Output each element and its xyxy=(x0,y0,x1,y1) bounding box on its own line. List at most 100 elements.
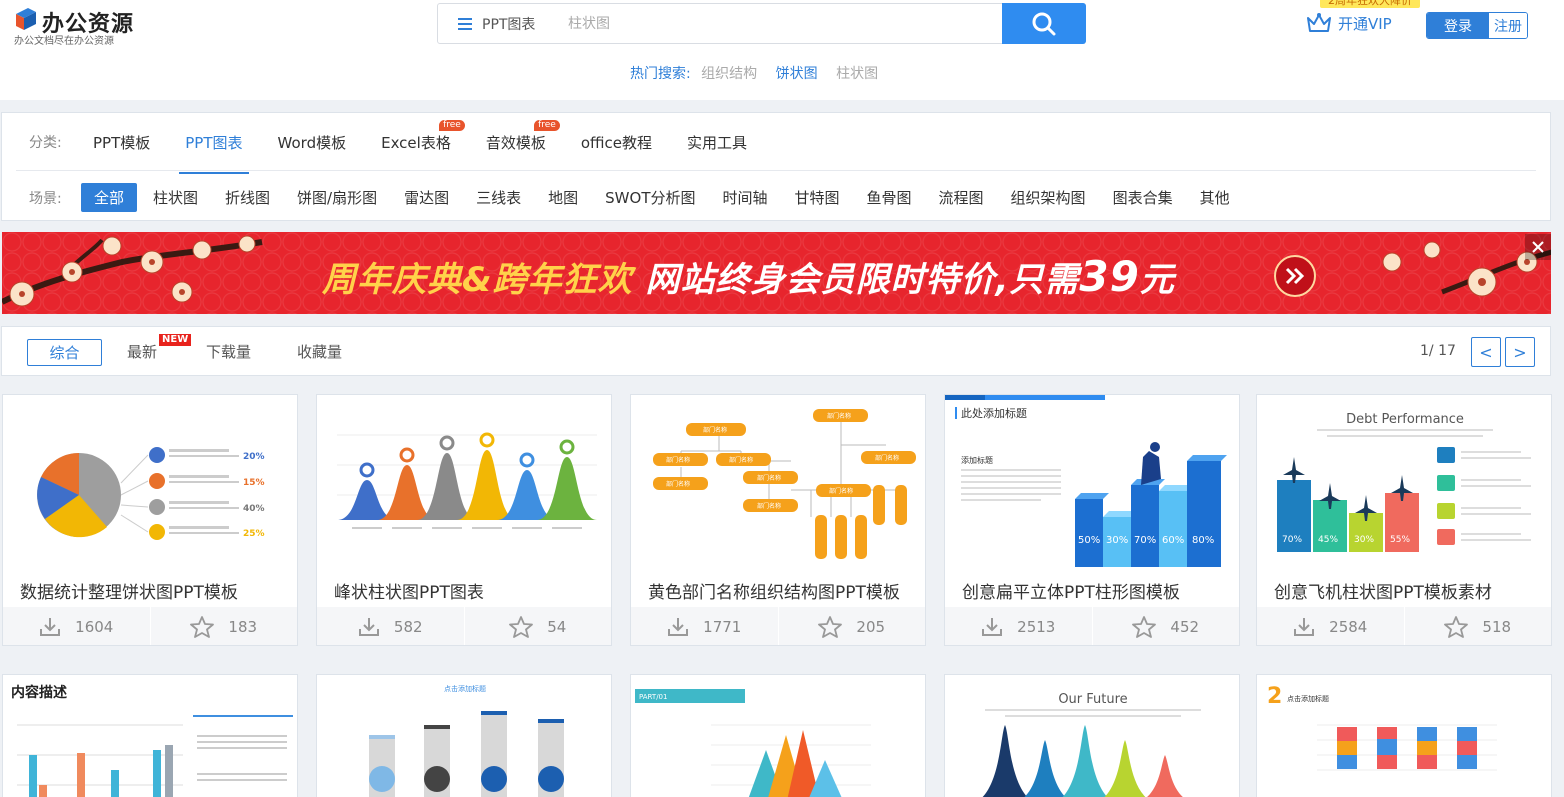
category-item[interactable]: PPT模板 xyxy=(93,132,150,153)
favorite-count[interactable]: 183 xyxy=(149,607,298,645)
prev-page-button[interactable]: < xyxy=(1471,337,1501,367)
favorite-count-value: 452 xyxy=(1170,618,1200,636)
double-chevron-right-icon xyxy=(1285,267,1305,285)
card-thumbnail: 20% 15% 40% 25% xyxy=(3,395,297,575)
favorite-count[interactable]: 452 xyxy=(1091,607,1240,645)
hot-search-item[interactable]: 柱状图 xyxy=(836,66,878,82)
category-item[interactable]: Excel表格 free xyxy=(381,119,465,153)
favorite-count[interactable]: 518 xyxy=(1403,607,1552,645)
favorite-count-value: 54 xyxy=(547,618,567,636)
register-button[interactable]: 注册 xyxy=(1489,13,1527,38)
card-title[interactable]: 创意扁平立体PPT柱形图模板 xyxy=(962,578,1180,603)
favorite-count-value: 183 xyxy=(228,618,258,636)
vip-link[interactable]: 开通VIP xyxy=(1306,12,1392,34)
plum-blossom-right-icon xyxy=(1382,241,1551,297)
plane-bar-value: 45% xyxy=(1318,535,1338,545)
login-button[interactable]: 登录 xyxy=(1427,13,1489,38)
favorite-count-value: 205 xyxy=(856,618,886,636)
template-card[interactable]: 点击添加标题 xyxy=(316,674,612,797)
star-icon xyxy=(509,616,534,638)
template-card[interactable]: Our Future xyxy=(944,674,1240,797)
template-card[interactable]: 2 点击添加标题 xyxy=(1256,674,1552,797)
org-node-label: 部门名称 xyxy=(666,456,690,464)
scene-item[interactable]: 组织架构图 xyxy=(1011,187,1086,208)
scene-item[interactable]: 折线图 xyxy=(225,187,270,208)
search-button[interactable] xyxy=(1002,3,1086,44)
template-card[interactable]: 部门名称 部门名称 部门名称 部门名称 部门名称 部门名称 部门名称 部门名称 … xyxy=(630,394,926,646)
scene-item[interactable]: 鱼骨图 xyxy=(867,187,912,208)
template-card[interactable]: 内容描述 xyxy=(2,674,298,797)
card-title[interactable]: 数据统计整理饼状图PPT模板 xyxy=(20,578,238,603)
favorite-count-value: 518 xyxy=(1482,618,1512,636)
category-row: 分类: PPT模板 PPT图表 Word模板 Excel表格 free 音效模板… xyxy=(2,119,782,174)
download-count-value: 2584 xyxy=(1329,618,1368,636)
banner-arrow-button[interactable] xyxy=(1274,255,1316,297)
scene-item[interactable]: 其他 xyxy=(1200,187,1230,208)
pie-chart-thumbnail: 20% 15% 40% 25% xyxy=(37,447,265,540)
promo-banner[interactable]: 周年庆典&跨年狂欢 网站终身会员限时特价,只需39元 xyxy=(2,232,1551,314)
search-bar: PPT图表 xyxy=(437,3,1086,44)
category-item[interactable]: 实用工具 xyxy=(687,132,747,153)
search-input[interactable] xyxy=(568,4,998,43)
scene-item[interactable]: 流程图 xyxy=(939,187,984,208)
bar3d-value: 30% xyxy=(1106,535,1128,546)
download-count[interactable]: 2513 xyxy=(945,607,1092,645)
card-title[interactable]: 峰状柱状图PPT图表 xyxy=(334,578,484,603)
search-category-select[interactable]: PPT图表 xyxy=(458,4,535,43)
category-item-active[interactable]: PPT图表 xyxy=(179,132,249,174)
next-page-button[interactable]: > xyxy=(1505,337,1535,367)
scene-item[interactable]: 地图 xyxy=(548,187,578,208)
download-count[interactable]: 1604 xyxy=(3,607,150,645)
promo-tag: 2周年狂欢大降价 xyxy=(1320,0,1420,8)
plane-bar-value: 55% xyxy=(1390,535,1410,545)
scene-item[interactable]: 饼图/扇形图 xyxy=(297,187,377,208)
category-item[interactable]: Word模板 xyxy=(278,132,347,153)
debt-title: Debt Performance xyxy=(1346,412,1464,427)
download-icon xyxy=(358,618,379,636)
category-item[interactable]: office教程 xyxy=(581,132,652,153)
org-node-label: 部门名称 xyxy=(666,480,690,488)
download-count[interactable]: 1771 xyxy=(631,607,778,645)
template-card[interactable]: 峰状柱状图PPT图表 582 54 xyxy=(316,394,612,646)
scene-item[interactable]: 时间轴 xyxy=(722,187,767,208)
favorite-count[interactable]: 54 xyxy=(463,607,612,645)
scene-item[interactable]: 甘特图 xyxy=(795,187,840,208)
favorite-count[interactable]: 205 xyxy=(777,607,926,645)
row2-desc-title: 内容描述 xyxy=(11,684,67,701)
template-card[interactable]: 20% 15% 40% 25% 数据统计整理饼状图PPT模板 1604 183 xyxy=(2,394,298,646)
download-count[interactable]: 582 xyxy=(317,607,464,645)
download-icon xyxy=(668,618,689,636)
vip-label: 开通VIP xyxy=(1338,14,1392,33)
card-stats: 2513 452 xyxy=(945,607,1240,645)
org-node-label: 部门名称 xyxy=(827,412,851,420)
card-thumbnail: Our Future xyxy=(982,692,1201,797)
sort-item[interactable]: 最新 xyxy=(127,327,157,375)
hot-search-item[interactable]: 组织结构 xyxy=(701,66,757,82)
scene-item[interactable]: 柱状图 xyxy=(153,187,198,208)
scene-item[interactable]: SWOT分析图 xyxy=(605,187,695,208)
banner-close-button[interactable] xyxy=(1525,234,1551,260)
scene-item-active[interactable]: 全部 xyxy=(81,183,138,212)
category-item[interactable]: 音效模板 free xyxy=(486,119,560,153)
download-count[interactable]: 2584 xyxy=(1257,607,1404,645)
bar3d-value: 50% xyxy=(1078,535,1100,546)
bar3d-value: 70% xyxy=(1134,535,1156,546)
scene-item[interactable]: 三线表 xyxy=(476,187,521,208)
scene-item[interactable]: 图表合集 xyxy=(1113,187,1173,208)
template-card[interactable]: Debt Performance 70% 45% 30% 55% 创意飞机柱状图… xyxy=(1256,394,1552,646)
sort-item-active[interactable]: 综合 xyxy=(27,339,102,366)
template-card[interactable]: PART/01 xyxy=(630,674,926,797)
org-node-label: 部门名称 xyxy=(729,456,753,464)
card-title[interactable]: 黄色部门名称组织结构图PPT模板 xyxy=(648,578,900,603)
scene-item[interactable]: 雷达图 xyxy=(404,187,449,208)
sort-item[interactable]: 下载量 xyxy=(206,327,251,375)
star-icon xyxy=(1444,616,1469,638)
card-title[interactable]: 创意飞机柱状图PPT模板素材 xyxy=(1274,578,1492,603)
site-header: 办公资源 办公文档尽在办公资源 PPT图表 热门搜索: 组织结构 饼状图 柱状图… xyxy=(0,0,1564,100)
template-card[interactable]: 此处添加标题 添加标题 50% 30% 70% 60% 80% 创意扁平立体PP… xyxy=(944,394,1240,646)
crown-icon xyxy=(1307,13,1331,32)
download-icon xyxy=(1294,618,1315,636)
hot-search-item[interactable]: 饼状图 xyxy=(776,66,818,82)
card-thumbnail: PART/01 xyxy=(635,689,871,797)
sort-item[interactable]: 收藏量 xyxy=(297,327,342,375)
